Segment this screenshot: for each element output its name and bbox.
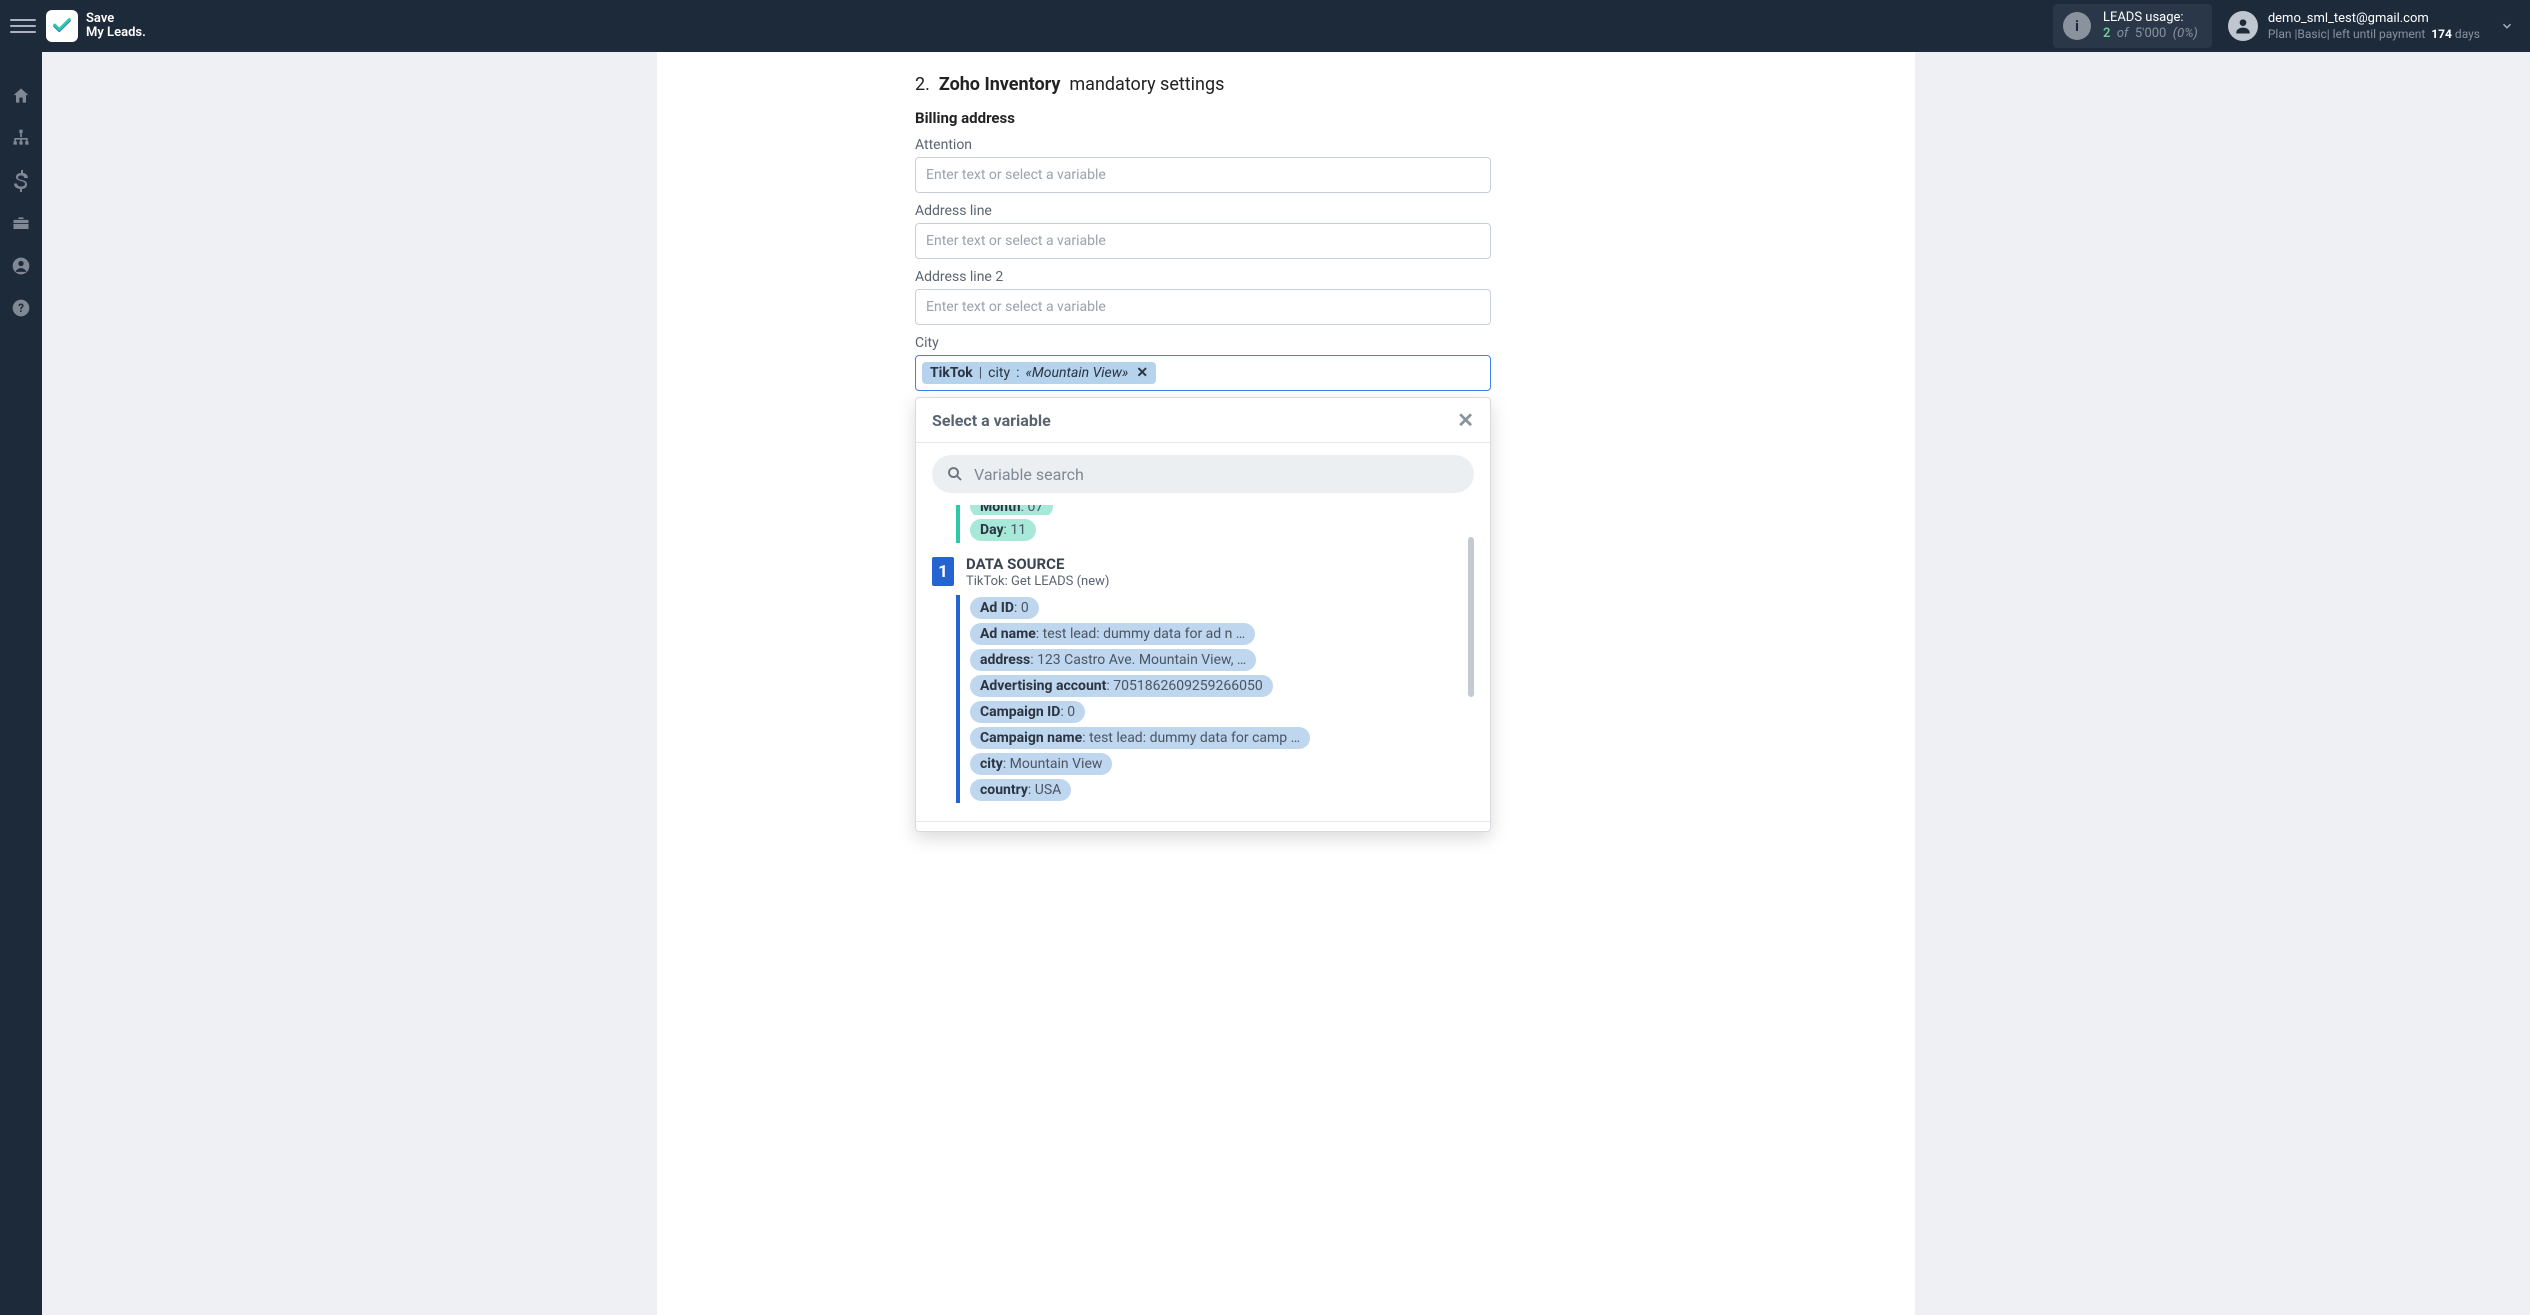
variable-scroll-area[interactable]: Month: 07 Day: 11 1 DATA SOURCE TikTok: … <box>932 505 1474 803</box>
subsection-title: Billing address <box>915 109 1491 127</box>
variable-search[interactable] <box>932 455 1474 493</box>
city-label: City <box>915 335 1491 351</box>
usage-text: LEADS usage: 2 of 5'000 (0%) <box>2103 10 2198 41</box>
variable-ad-id[interactable]: Ad ID: 0 <box>970 597 1039 619</box>
variable-campaign-id[interactable]: Campaign ID: 0 <box>970 701 1085 723</box>
group-subtitle: TikTok: Get LEADS (new) <box>966 574 1109 589</box>
home-icon[interactable] <box>11 86 31 106</box>
chevron-down-icon <box>2500 19 2514 33</box>
variable-dropdown: Select a variable ✕ Month <box>915 397 1491 832</box>
city-variable-chip[interactable]: TikTok | city: «Mountain View» ✕ <box>922 362 1156 384</box>
dropdown-title: Select a variable <box>932 411 1051 430</box>
billing-icon[interactable] <box>14 170 28 192</box>
group-badge: 1 <box>932 557 954 586</box>
remove-chip-icon[interactable]: ✕ <box>1136 365 1148 381</box>
connections-icon[interactable] <box>11 128 31 148</box>
avatar-icon <box>2228 11 2258 41</box>
group-title: DATA SOURCE <box>966 557 1109 572</box>
main: 2. Zoho Inventory mandatory settings Bil… <box>42 52 2530 1315</box>
info-icon: i <box>2063 12 2091 40</box>
topbar: Save My Leads. i LEADS usage: 2 of 5'000… <box>0 0 2530 52</box>
variable-search-input[interactable] <box>974 465 1460 484</box>
variable-advertising-account[interactable]: Advertising account: 7051862609259266050 <box>970 675 1273 697</box>
address-line-2-label: Address line 2 <box>915 269 1491 285</box>
city-input[interactable]: TikTok | city: «Mountain View» ✕ <box>915 355 1491 391</box>
account-icon[interactable] <box>11 256 31 276</box>
address-line-label: Address line <box>915 203 1491 219</box>
variable-country[interactable]: country: USA <box>970 779 1071 801</box>
variable-campaign-name[interactable]: Campaign name: test lead: dummy data for… <box>970 727 1310 749</box>
svg-text:?: ? <box>18 301 24 315</box>
variable-month[interactable]: Month: 07 <box>970 505 1053 515</box>
address-line-2-input[interactable] <box>915 289 1491 325</box>
user-menu[interactable]: demo_sml_test@gmail.com Plan |Basic| lef… <box>2228 11 2520 41</box>
help-icon[interactable]: ? <box>11 298 31 318</box>
variable-address[interactable]: address: 123 Castro Ave. Mountain View, … <box>970 649 1256 671</box>
close-icon[interactable]: ✕ <box>1457 408 1474 432</box>
data-source-variables: Ad ID: 0 Ad name: test lead: dummy data f… <box>956 595 1474 803</box>
sidebar: ? <box>0 52 42 1315</box>
brand: Save My Leads. <box>46 10 146 42</box>
search-icon <box>946 465 964 483</box>
section-title: 2. Zoho Inventory mandatory settings <box>915 74 1491 95</box>
user-text: demo_sml_test@gmail.com Plan |Basic| lef… <box>2268 11 2480 41</box>
variable-city[interactable]: city: Mountain View <box>970 753 1112 775</box>
data-source-group-header: 1 DATA SOURCE TikTok: Get LEADS (new) <box>932 557 1474 589</box>
logo-icon <box>46 10 78 42</box>
brand-text: Save My Leads. <box>86 12 146 41</box>
scrollbar-thumb[interactable] <box>1468 537 1474 697</box>
variable-ad-name[interactable]: Ad name: test lead: dummy data for ad n … <box>970 623 1255 645</box>
date-variables-group: Month: 07 Day: 11 <box>956 505 1474 543</box>
attention-label: Attention <box>915 137 1491 153</box>
dropdown-footer <box>916 821 1490 831</box>
usage-widget[interactable]: i LEADS usage: 2 of 5'000 (0%) <box>2053 4 2212 47</box>
attention-input[interactable] <box>915 157 1491 193</box>
hamburger-menu-button[interactable] <box>10 13 36 39</box>
panel: 2. Zoho Inventory mandatory settings Bil… <box>657 52 1915 1315</box>
variable-day[interactable]: Day: 11 <box>970 519 1036 541</box>
address-line-input[interactable] <box>915 223 1491 259</box>
briefcase-icon[interactable] <box>11 214 31 234</box>
